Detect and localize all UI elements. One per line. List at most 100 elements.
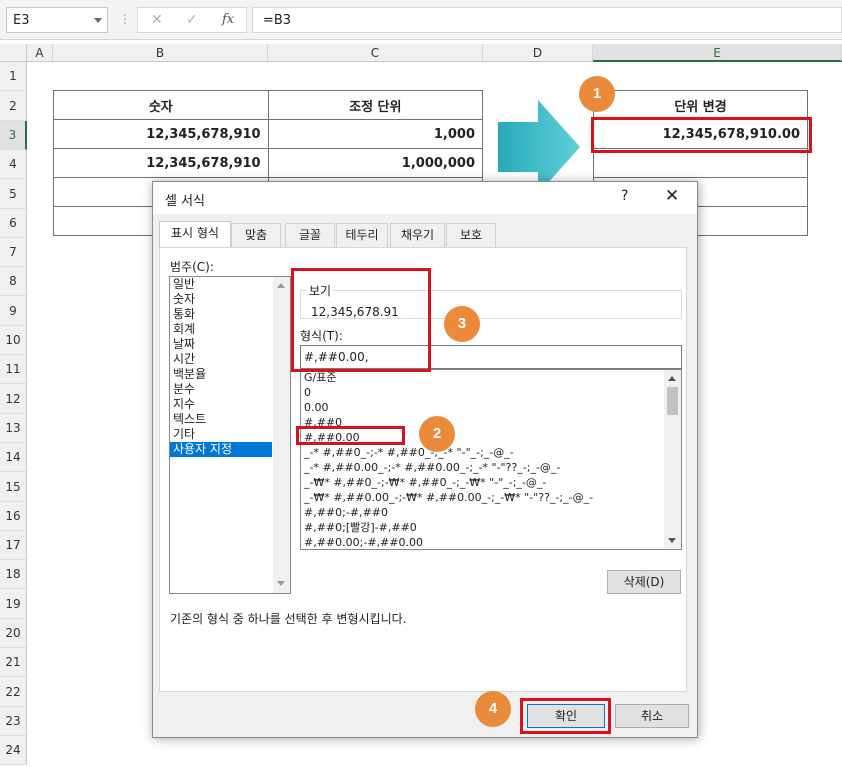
list-item[interactable]: _-* #,##0.00_-;-* #,##0.00_-;_-* "-"??_-… xyxy=(301,460,681,475)
highlight-box-sample xyxy=(291,268,431,372)
format-scrollbar[interactable] xyxy=(664,370,681,549)
row-header-20[interactable]: 20 xyxy=(0,619,27,648)
column-header-a[interactable]: A xyxy=(27,44,53,62)
row-header-11[interactable]: 11 xyxy=(0,355,27,384)
tab-fill[interactable]: 채우기 xyxy=(390,223,445,247)
tab-number[interactable]: 표시 형식 xyxy=(159,221,231,248)
insert-function-icon[interactable]: fx xyxy=(222,12,234,27)
row-header-12[interactable]: 12 xyxy=(0,384,27,414)
row-header-3[interactable]: 3 xyxy=(0,121,27,150)
column-header-e[interactable]: E xyxy=(593,44,842,62)
header-unit: 조정 단위 xyxy=(267,90,484,120)
list-item[interactable]: 시간 xyxy=(170,352,290,367)
cell-c3[interactable]: 1,000 xyxy=(267,119,484,149)
chevron-down-icon[interactable] xyxy=(277,581,285,586)
row-header-13[interactable]: 13 xyxy=(0,414,27,443)
row-header-21[interactable]: 21 xyxy=(0,648,27,677)
step-badge-3: 3 xyxy=(444,306,480,342)
dialog-titlebar: 셀 서식 ? ✕ xyxy=(153,182,697,214)
name-box-value: E3 xyxy=(13,13,30,28)
cancel-icon[interactable]: ✕ xyxy=(151,12,163,28)
list-item-selected[interactable]: 사용자 지정 xyxy=(170,442,272,457)
row-header-7[interactable]: 7 xyxy=(0,238,27,267)
row-header-5[interactable]: 5 xyxy=(0,179,27,209)
scroll-thumb[interactable] xyxy=(667,387,678,415)
row-header-19[interactable]: 19 xyxy=(0,589,27,619)
list-item[interactable]: #,##0.00;-#,##0.00 xyxy=(301,535,681,549)
category-list[interactable]: 일반 숫자 통화 회계 날짜 시간 백분율 분수 지수 텍스트 기타 사용자 지… xyxy=(169,276,291,594)
row-header-4[interactable]: 4 xyxy=(0,150,27,179)
list-item[interactable]: #,##0;-#,##0 xyxy=(301,505,681,520)
chevron-up-icon[interactable] xyxy=(668,376,676,381)
tab-font[interactable]: 글꼴 xyxy=(285,223,335,247)
highlight-box-format xyxy=(296,426,405,445)
list-item[interactable]: _-₩* #,##0.00_-;-₩* #,##0.00_-;_-₩* "-"?… xyxy=(301,490,681,505)
column-header-c[interactable]: C xyxy=(268,44,483,62)
formula-text: =B3 xyxy=(263,13,292,28)
format-cells-dialog: 셀 서식 ? ✕ 표시 형식 맞춤 글꼴 테두리 채우기 보호 범주(C): 일… xyxy=(152,181,698,738)
description-text: 기존의 형식 중 하나를 선택한 후 변형시킵니다. xyxy=(170,612,407,626)
list-item[interactable]: _-* #,##0_-;-* #,##0_-;_-* "-"_-;_-@_- xyxy=(301,445,681,460)
list-item[interactable]: 회계 xyxy=(170,322,290,337)
select-all-corner[interactable] xyxy=(0,44,27,62)
row-header-2[interactable]: 2 xyxy=(0,91,27,121)
row-header-18[interactable]: 18 xyxy=(0,560,27,589)
list-item[interactable]: 일반 xyxy=(170,277,290,292)
tab-protection[interactable]: 보호 xyxy=(446,223,496,247)
category-label: 범주(C): xyxy=(170,260,214,274)
chevron-up-icon[interactable] xyxy=(277,283,285,288)
step-badge-2: 2 xyxy=(419,416,455,452)
tab-border[interactable]: 테두리 xyxy=(336,223,388,247)
format-list[interactable]: G/표준 0 0.00 #,##0 #,##0.00 _-* #,##0_-;-… xyxy=(300,369,682,550)
cell-b4[interactable]: 12,345,678,910 xyxy=(53,148,269,178)
list-item[interactable]: 통화 xyxy=(170,307,290,322)
list-item[interactable]: 날짜 xyxy=(170,337,290,352)
column-header-b[interactable]: B xyxy=(53,44,268,62)
list-item[interactable]: 지수 xyxy=(170,397,290,412)
check-icon[interactable]: ✓ xyxy=(186,12,198,28)
step-badge-1: 1 xyxy=(579,76,615,112)
row-header-10[interactable]: 10 xyxy=(0,326,27,355)
formula-input[interactable]: =B3 xyxy=(252,7,842,33)
cell-b3[interactable]: 12,345,678,910 xyxy=(53,119,269,149)
row-header-14[interactable]: 14 xyxy=(0,443,27,472)
close-icon[interactable]: ✕ xyxy=(665,186,679,206)
list-item[interactable]: 백분율 xyxy=(170,367,290,382)
delete-button[interactable]: 삭제(D) xyxy=(607,570,681,594)
cancel-button[interactable]: 취소 xyxy=(615,704,689,728)
list-item[interactable]: 0.00 xyxy=(301,400,681,415)
name-box[interactable]: E3 xyxy=(6,7,108,33)
column-header-d[interactable]: D xyxy=(483,44,593,62)
row-header-23[interactable]: 23 xyxy=(0,707,27,736)
row-header-1[interactable]: 1 xyxy=(0,62,27,91)
chevron-down-icon[interactable] xyxy=(94,18,102,23)
list-item[interactable]: G/표준 xyxy=(301,370,681,385)
dialog-title: 셀 서식 xyxy=(165,194,206,209)
header-number: 숫자 xyxy=(53,90,269,120)
help-icon[interactable]: ? xyxy=(621,188,628,204)
step-badge-4: 4 xyxy=(475,691,511,727)
row-header-8[interactable]: 8 xyxy=(0,267,27,296)
row-header-22[interactable]: 22 xyxy=(0,677,27,707)
grip-icon: ⋮ xyxy=(119,12,131,26)
header-unit-change: 단위 변경 xyxy=(593,90,808,120)
list-item[interactable]: 텍스트 xyxy=(170,412,290,427)
list-item[interactable]: #,##0;[빨강]-#,##0 xyxy=(301,520,681,535)
row-header-17[interactable]: 17 xyxy=(0,531,27,560)
list-item[interactable]: _-₩* #,##0_-;-₩* #,##0_-;_-₩* "-"_-;_-@_… xyxy=(301,475,681,490)
tab-alignment[interactable]: 맞춤 xyxy=(231,223,281,247)
row-header-24[interactable]: 24 xyxy=(0,736,27,765)
category-scrollbar[interactable] xyxy=(273,277,290,593)
list-item[interactable]: 기타 xyxy=(170,427,290,442)
cell-c4[interactable]: 1,000,000 xyxy=(267,148,484,178)
row-header-6[interactable]: 6 xyxy=(0,209,27,238)
row-header-16[interactable]: 16 xyxy=(0,502,27,531)
chevron-down-icon[interactable] xyxy=(668,538,676,543)
row-header-9[interactable]: 9 xyxy=(0,296,27,326)
highlight-box-ok xyxy=(520,698,611,734)
list-item[interactable]: 0 xyxy=(301,385,681,400)
list-item[interactable]: 분수 xyxy=(170,382,290,397)
list-item[interactable]: 숫자 xyxy=(170,292,290,307)
row-header-15[interactable]: 15 xyxy=(0,472,27,502)
formula-buttons: ✕ ✓ fx xyxy=(137,7,247,33)
